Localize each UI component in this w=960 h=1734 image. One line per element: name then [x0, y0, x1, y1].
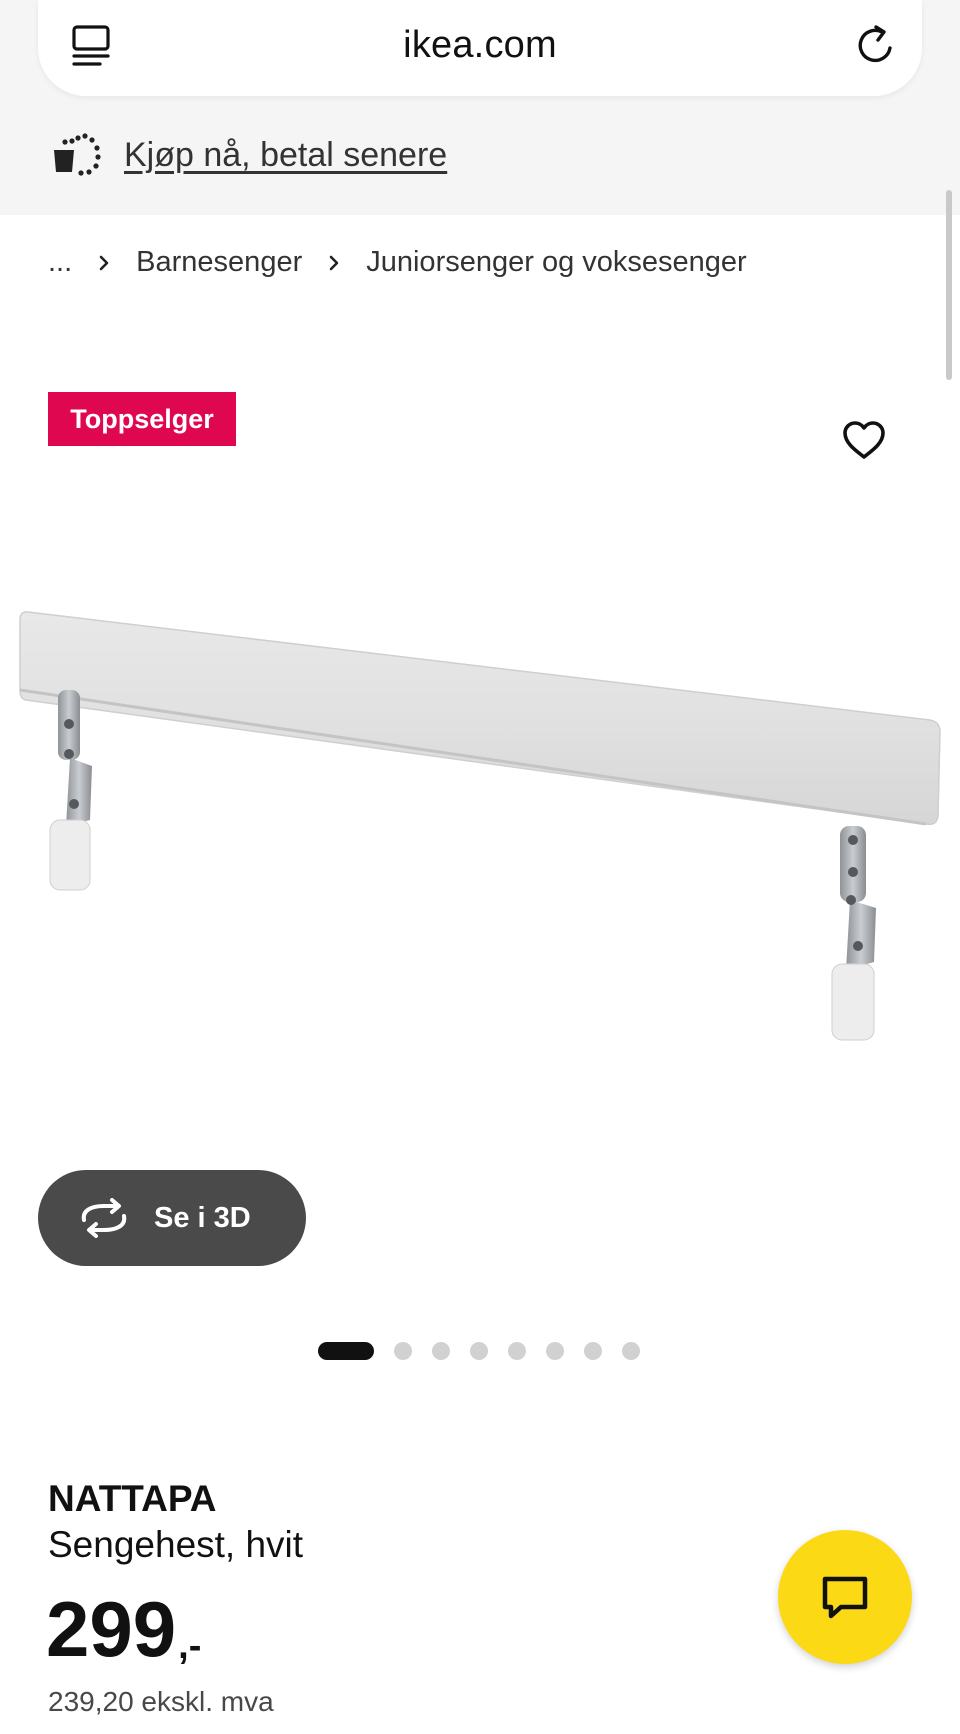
address-bar[interactable]: ikea.com	[38, 0, 922, 96]
breadcrumb-item-ellipsis[interactable]: ...	[48, 246, 72, 279]
view-3d-label: Se i 3D	[154, 1201, 251, 1234]
carousel-dot[interactable]	[546, 1342, 564, 1360]
pay-later-link[interactable]: Kjøp nå, betal senere	[124, 136, 447, 175]
carousel-dot-active[interactable]	[318, 1342, 374, 1360]
scrollbar-thumb[interactable]	[946, 190, 952, 380]
product-image[interactable]	[0, 540, 960, 1080]
pay-later-promo[interactable]: Kjøp nå, betal senere	[52, 130, 447, 180]
view-3d-button[interactable]: Se i 3D	[38, 1170, 306, 1266]
breadcrumb-item-juniorsenger[interactable]: Juniorsenger og voksesenger	[366, 246, 746, 279]
shopping-bag-dots-icon	[54, 133, 101, 176]
reload-icon[interactable]	[854, 22, 898, 68]
carousel-dot[interactable]	[622, 1342, 640, 1360]
carousel-dot[interactable]	[394, 1342, 412, 1360]
rotate-3d-icon	[81, 1198, 127, 1238]
chevron-right-icon	[329, 255, 339, 270]
carousel-dot[interactable]	[584, 1342, 602, 1360]
heart-outline-icon	[843, 421, 885, 459]
breadcrumb-item-barnesenger[interactable]: Barnesenger	[136, 246, 302, 279]
product-price: 299 ,-	[46, 1586, 201, 1672]
carousel-dot[interactable]	[432, 1342, 450, 1360]
product-description: Sengehest, hvit	[48, 1524, 304, 1565]
chevron-right-icon	[99, 255, 109, 270]
product-name: NATTAPA	[48, 1478, 217, 1519]
url-text[interactable]: ikea.com	[38, 24, 922, 67]
breadcrumb: ... Barnesenger Juniorsenger og voksesen…	[48, 246, 747, 279]
price-suffix: ,-	[178, 1625, 202, 1667]
carousel-dot[interactable]	[470, 1342, 488, 1360]
chat-button[interactable]	[778, 1530, 912, 1664]
price-integer: 299	[46, 1585, 177, 1673]
favorite-button[interactable]	[836, 412, 892, 468]
carousel-dot[interactable]	[508, 1342, 526, 1360]
price-excl-vat: 239,20 ekskl. mva	[48, 1686, 274, 1717]
top-area: ikea.com Kjøp nå, betal senere	[0, 0, 960, 215]
top-seller-badge: Toppselger	[48, 392, 236, 446]
carousel-indicator	[318, 1342, 660, 1360]
chat-bubble-icon	[822, 1576, 868, 1619]
